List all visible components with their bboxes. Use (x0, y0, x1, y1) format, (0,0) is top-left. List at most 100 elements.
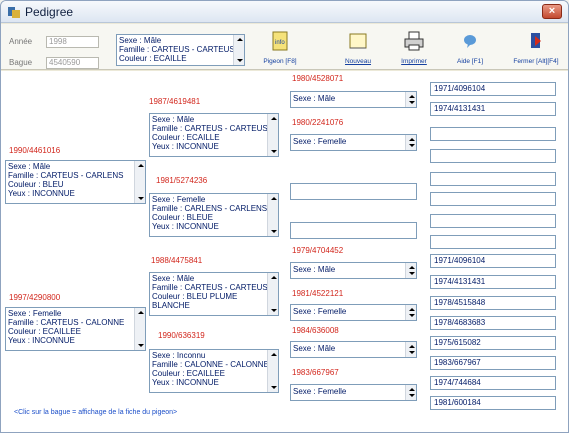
imprimer-button-label: Imprimer (401, 58, 427, 65)
bird-line: Yeux : INCONNUE (152, 222, 219, 231)
bird-scrollbar[interactable] (405, 385, 416, 400)
toolbar: Année 1998 Bague 4540590 Sexe : Mâle Fam… (1, 24, 568, 70)
ring-1990-636319[interactable]: 1990/636319 (158, 331, 205, 340)
aide-button[interactable]: Aide [F1] (447, 27, 493, 67)
pigeon-button[interactable]: info Pigeon [F8] (256, 27, 304, 67)
printer-icon (404, 31, 424, 51)
scroll-down-icon (409, 351, 415, 354)
scroll-up-icon (409, 138, 415, 141)
grand-box-4[interactable]: Sexe : Femelle (290, 304, 417, 321)
info-sexe: Sexe : Mâle (119, 36, 162, 45)
combo-scrollbar[interactable] (233, 35, 244, 65)
bird-scrollbar[interactable] (267, 194, 278, 236)
grand-box-1[interactable]: Sexe : Mâle (290, 91, 417, 108)
bird-line: BLANCHE (152, 301, 190, 310)
bird-scrollbar[interactable] (267, 273, 278, 315)
bird-line: Couleur : BLEUE (152, 213, 213, 222)
bird-line: Couleur : BLEU PLUME (152, 292, 238, 301)
ancestor-7[interactable] (430, 214, 556, 228)
imprimer-button[interactable]: Imprimer (391, 27, 437, 67)
ancestor-4[interactable] (430, 149, 556, 163)
help-bubble-icon (464, 35, 476, 48)
ancestor-6[interactable] (430, 192, 556, 206)
bague-input[interactable]: 4540590 (46, 57, 99, 69)
bird-box-dam-of-dam[interactable]: Sexe : Inconnu Famille : CALONNE - CALON… (149, 349, 279, 393)
ancestor-3[interactable] (430, 127, 556, 141)
scroll-up-icon (271, 117, 277, 120)
ring-1997-4290800[interactable]: 1997/4290800 (9, 293, 60, 302)
ring-1979-4704452[interactable]: 1979/4704452 (292, 246, 343, 255)
ancestor-2[interactable]: 1974/4131431 (430, 102, 556, 116)
ancestor-16[interactable]: 1981/600184 (430, 396, 556, 410)
exit-door-icon (531, 33, 541, 48)
bird-line: Couleur : BLEU (8, 180, 64, 189)
ancestor-12[interactable]: 1978/4683683 (430, 316, 556, 330)
ancestor-14[interactable]: 1983/667967 (430, 356, 556, 370)
ring-1981-4522121[interactable]: 1981/4522121 (292, 289, 343, 298)
bird-scrollbar[interactable] (405, 92, 416, 107)
bird-line: Yeux : INCONNUE (8, 336, 75, 345)
info-couleur: Couleur : ECAILLE (119, 54, 187, 63)
ring-1980-2241076[interactable]: 1980/2241076 (292, 118, 343, 127)
bird-scrollbar[interactable] (134, 161, 145, 203)
grand-box-3[interactable]: Sexe : Mâle (290, 262, 417, 279)
ring-1988-4475841[interactable]: 1988/4475841 (151, 256, 202, 265)
ancestor-8[interactable] (430, 235, 556, 249)
bird-scrollbar[interactable] (405, 135, 416, 150)
fermer-button[interactable]: Fermer [Alt][F4] (506, 27, 566, 67)
ancestor-9[interactable]: 1971/4096104 (430, 254, 556, 268)
ancestor-11[interactable]: 1978/4515848 (430, 296, 556, 310)
bird-scrollbar[interactable] (267, 350, 278, 392)
ancestor-5[interactable] (430, 172, 556, 186)
bird-box-dam[interactable]: Sexe : Femelle Famille : CARTEUS - CALON… (5, 307, 146, 351)
ancestor-15[interactable]: 1974/744684 (430, 376, 556, 390)
scroll-down-icon (271, 309, 277, 312)
grand-box-5[interactable]: Sexe : Mâle (290, 341, 417, 358)
grand-box-2[interactable]: Sexe : Femelle (290, 134, 417, 151)
nouveau-button[interactable]: Nouveau (335, 27, 381, 67)
bird-line: Yeux : INCONNUE (152, 142, 219, 151)
ancestor-13[interactable]: 1975/615082 (430, 336, 556, 350)
pigeon-app-icon (8, 7, 20, 18)
grand-sex: Sexe : Mâle (293, 344, 336, 353)
scroll-down-icon (409, 272, 415, 275)
scroll-down-icon (409, 144, 415, 147)
scroll-down-icon (409, 101, 415, 104)
bird-line: Sexe : Mâle (152, 115, 195, 124)
scroll-up-icon (138, 164, 144, 167)
scroll-down-icon (271, 150, 277, 153)
bird-scrollbar[interactable] (405, 263, 416, 278)
grand-sex: Sexe : Mâle (293, 94, 336, 103)
bird-scrollbar[interactable] (405, 342, 416, 357)
selected-bird-combo[interactable]: Sexe : Mâle Famille : CARTEUS - CARTEUS … (116, 34, 245, 66)
bird-scrollbar[interactable] (267, 114, 278, 156)
ring-1987-4619481[interactable]: 1987/4619481 (149, 97, 200, 106)
empty-grand-box-2[interactable] (290, 222, 417, 239)
annee-input[interactable]: 1998 (46, 36, 99, 48)
ring-1981-5274236[interactable]: 1981/5274236 (156, 176, 207, 185)
scroll-up-icon (409, 345, 415, 348)
scroll-down-icon (138, 344, 144, 347)
close-button[interactable]: × (542, 4, 562, 19)
ring-1983-667967[interactable]: 1983/667967 (292, 368, 339, 377)
ring-1984-636008[interactable]: 1984/636008 (292, 326, 339, 335)
grand-box-6[interactable]: Sexe : Femelle (290, 384, 417, 401)
ring-1980-4528071[interactable]: 1980/4528071 (292, 74, 343, 83)
bird-box-sire[interactable]: Sexe : Mâle Famille : CARTEUS - CARLENS … (5, 160, 146, 204)
bird-box-sire-of-dam[interactable]: Sexe : Mâle Famille : CARTEUS - CARTEUS … (149, 272, 279, 316)
bird-box-father[interactable]: Sexe : Mâle Famille : CARTEUS - CARTEUS … (149, 113, 279, 157)
grand-sex: Sexe : Mâle (293, 265, 336, 274)
bird-scrollbar[interactable] (134, 308, 145, 350)
scroll-up-icon (409, 308, 415, 311)
bird-box-dam-of-sire[interactable]: Sexe : Femelle Famille : CARLENS - CARLE… (149, 193, 279, 237)
scroll-up-icon (271, 353, 277, 356)
grand-sex: Sexe : Femelle (293, 137, 347, 146)
bird-scrollbar[interactable] (405, 305, 416, 320)
ring-1990-4461016[interactable]: 1990/4461016 (9, 146, 60, 155)
hint-text: <Clic sur la bague = affichage de la fic… (14, 409, 178, 416)
bird-line: Sexe : Femelle (152, 195, 206, 204)
empty-grand-box-1[interactable] (290, 183, 417, 200)
bird-line: Famille : CARTEUS - CARLENS (8, 171, 124, 180)
ancestor-1[interactable]: 1971/4096104 (430, 82, 556, 96)
ancestor-10[interactable]: 1974/4131431 (430, 275, 556, 289)
